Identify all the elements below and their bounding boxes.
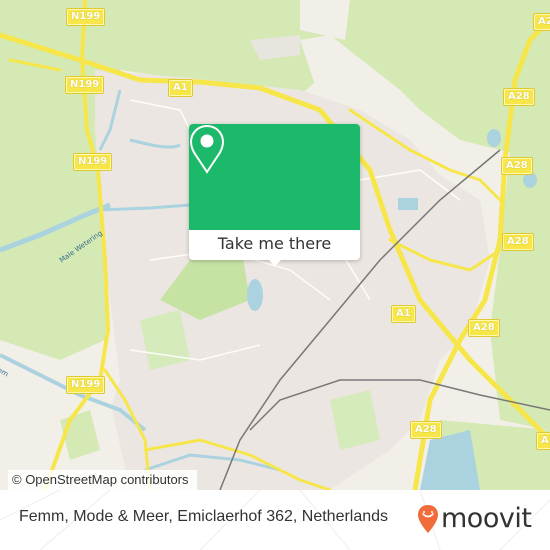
- lake: [247, 279, 263, 311]
- location-popup[interactable]: Take me there: [189, 124, 360, 266]
- pond: [523, 172, 537, 188]
- popup-header: [189, 124, 360, 230]
- road-label-a28: A28: [410, 421, 442, 439]
- location-address: Femm, Mode & Meer, Emiclaerhof 362, Neth…: [19, 508, 389, 525]
- map-attribution[interactable]: © OpenStreetMap contributors: [8, 470, 197, 490]
- road-label-a1: A1: [168, 79, 193, 97]
- map-pin-icon: [189, 124, 225, 174]
- road-label-n199: N199: [64, 76, 105, 94]
- map-widget: N199 N199 N199 A1 A28 A28 A28 A1 A28 A28…: [0, 0, 550, 550]
- road-label-a28: A28: [468, 319, 500, 337]
- take-me-there-button[interactable]: Take me there: [189, 230, 360, 260]
- moovit-wordmark: moovit: [441, 503, 532, 534]
- popup-pointer: [267, 258, 283, 266]
- road-label-a28: A28: [501, 157, 533, 175]
- pond: [398, 198, 418, 210]
- road-label-a1: A1: [391, 305, 416, 323]
- pond: [487, 129, 501, 147]
- footer: Femm, Mode & Meer, Emiclaerhof 362, Neth…: [0, 490, 550, 550]
- moovit-smiley-pin-icon: [418, 505, 438, 533]
- road-label-a1: A1: [536, 432, 550, 450]
- road-label-n199: N199: [72, 153, 113, 171]
- road-label-a28: A28: [533, 13, 550, 31]
- moovit-logo[interactable]: moovit: [417, 503, 532, 534]
- map-view[interactable]: N199 N199 N199 A1 A28 A28 A28 A1 A28 A28…: [0, 0, 550, 490]
- road-label-a28: A28: [503, 88, 535, 106]
- road-label-n199: N199: [65, 8, 106, 26]
- harbor-water: [420, 430, 480, 490]
- road-label-a28: A28: [502, 233, 534, 251]
- road-label-n199: N199: [65, 376, 106, 394]
